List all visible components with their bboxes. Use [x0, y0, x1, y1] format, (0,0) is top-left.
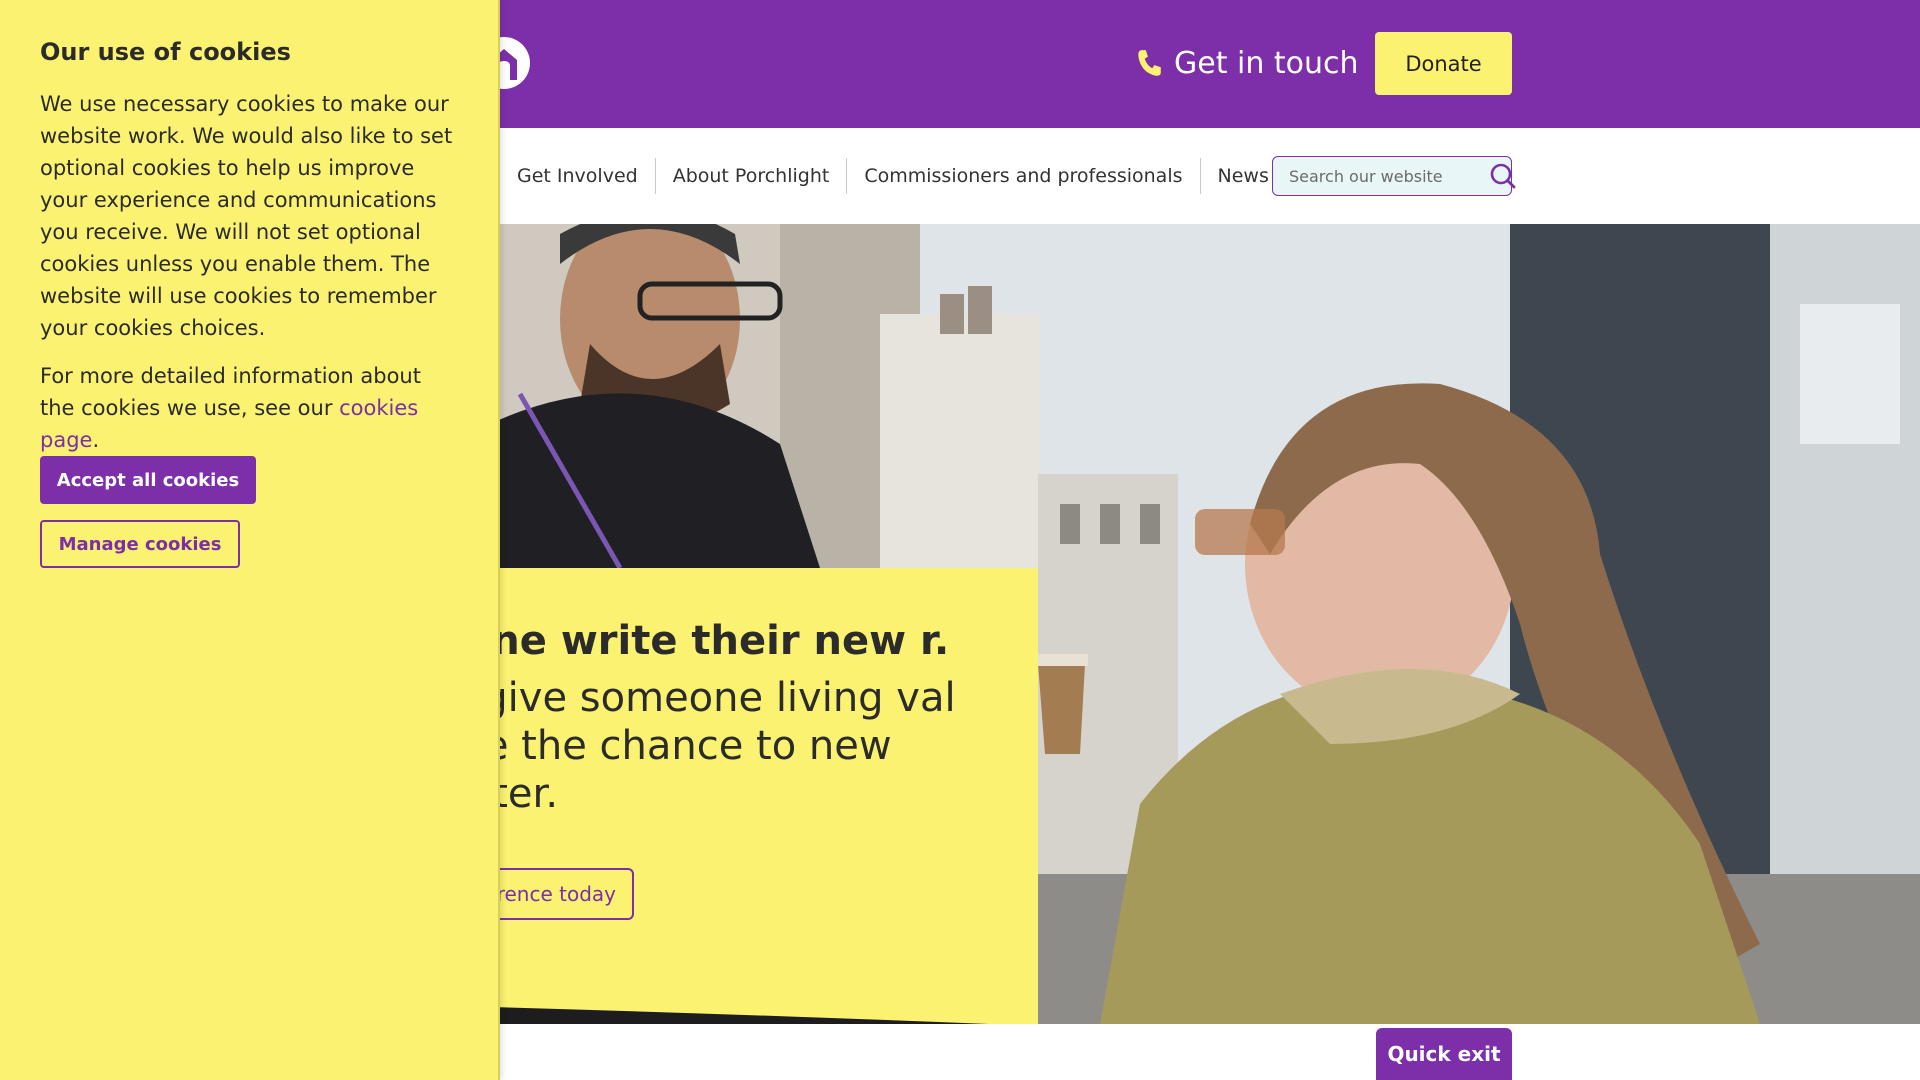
nav-list: Get Involved About Porchlight Commission…	[500, 156, 1286, 196]
donate-button[interactable]: Donate	[1375, 32, 1512, 95]
cookie-more-suffix: .	[92, 428, 100, 452]
get-in-touch-label: Get in touch	[1174, 45, 1359, 81]
cookie-banner: Our use of cookies We use necessary cook…	[0, 0, 500, 1080]
accept-all-cookies-button[interactable]: Accept all cookies	[40, 456, 256, 504]
cookie-banner-title: Our use of cookies	[40, 38, 291, 66]
cookie-banner-body: We use necessary cookies to make our web…	[40, 92, 453, 340]
cookie-banner-more-info: For more detailed information about the …	[40, 360, 460, 456]
search-input[interactable]	[1273, 157, 1489, 195]
search-icon[interactable]	[1489, 156, 1517, 196]
search-box	[1272, 156, 1516, 196]
nav-item-get-involved[interactable]: Get Involved	[500, 158, 655, 194]
nav-item-about-porchlight[interactable]: About Porchlight	[654, 158, 847, 194]
nav-item-commissioners-and-professionals[interactable]: Commissioners and professionals	[846, 158, 1199, 194]
get-in-touch-link[interactable]: Get in touch	[1136, 38, 1359, 88]
phone-icon	[1138, 50, 1161, 76]
quick-exit-button[interactable]: Quick exit	[1376, 1028, 1512, 1080]
manage-cookies-button[interactable]: Manage cookies	[40, 520, 240, 568]
